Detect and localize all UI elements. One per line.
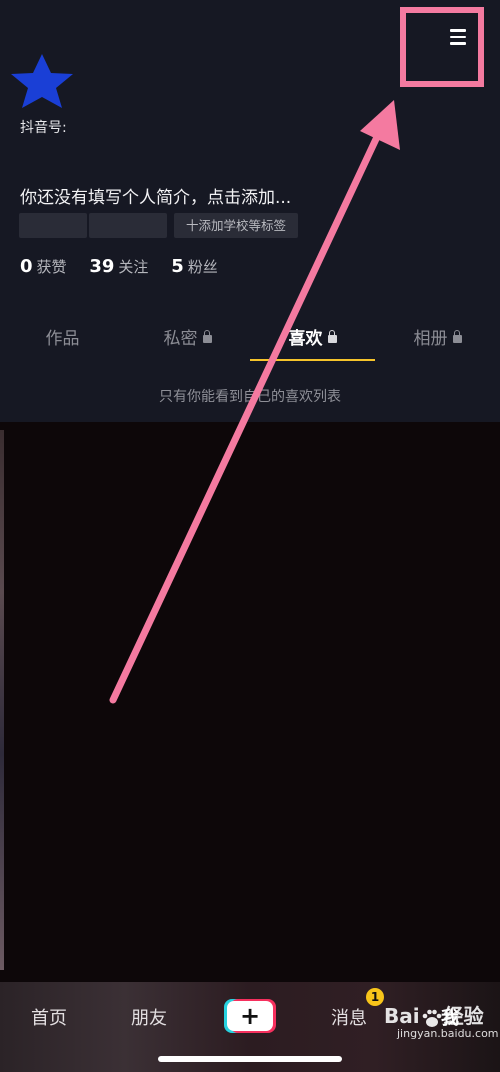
stats-row: 0 获赞 39 关注 5 粉丝	[20, 256, 236, 277]
bio-text[interactable]: 你还没有填写个人简介，点击添加...	[20, 183, 291, 208]
content-edge-strip	[0, 430, 4, 970]
add-school-tag-button[interactable]: 十添加学校等标签	[174, 213, 298, 238]
menu-highlight-box	[400, 7, 484, 87]
baidu-watermark: Bai 经验	[384, 1000, 484, 1029]
profile-header: 抖音号: 你还没有填写个人简介，点击添加... 十添加学校等标签 0 获赞 39 关…	[0, 0, 500, 422]
tab-works[interactable]: 作品	[0, 324, 125, 349]
lock-icon	[452, 330, 462, 343]
active-tab-underline	[250, 359, 375, 361]
tab-label: 喜欢	[288, 329, 323, 349]
likes-privacy-hint: 只有你能看到自己的喜欢列表	[159, 389, 341, 405]
stat-label: 粉丝	[187, 258, 218, 276]
tab-label: 相册	[413, 329, 448, 349]
stat-likes[interactable]: 0 获赞	[20, 256, 67, 277]
nav-messages[interactable]: 消息	[331, 1004, 367, 1030]
lock-icon	[327, 330, 337, 343]
nav-friends[interactable]: 朋友	[131, 1004, 167, 1030]
stat-label: 获赞	[36, 258, 67, 276]
watermark-brand-right: 经验	[443, 1004, 484, 1028]
stat-value: 5	[171, 256, 184, 277]
tab-private[interactable]: 私密	[125, 324, 250, 349]
avatar[interactable]	[5, 52, 79, 110]
baidu-paw-icon	[422, 1009, 441, 1027]
create-button[interactable]: +	[224, 999, 276, 1033]
nav-home[interactable]: 首页	[31, 1004, 67, 1030]
stat-following[interactable]: 39 关注	[89, 256, 148, 277]
tab-albums[interactable]: 相册	[375, 324, 500, 349]
tab-likes[interactable]: 喜欢	[250, 324, 375, 349]
tab-label: 作品	[45, 329, 80, 349]
tab-label: 私密	[163, 329, 198, 349]
home-indicator[interactable]	[158, 1056, 342, 1062]
plus-icon: +	[227, 1001, 273, 1031]
likes-content-area[interactable]	[0, 422, 500, 982]
stat-value: 0	[20, 256, 33, 277]
lock-icon	[202, 330, 212, 343]
watermark-url: jingyan.baidu.com	[397, 1027, 499, 1040]
messages-badge: 1	[366, 988, 384, 1006]
watermark-brand-left: Bai	[384, 1004, 420, 1028]
blurred-tag[interactable]	[89, 213, 167, 238]
douyin-id-label: 抖音号:	[20, 120, 67, 136]
stat-value: 39	[89, 256, 115, 277]
stat-label: 关注	[118, 258, 149, 276]
profile-tabs: 作品 私密 喜欢 相册	[0, 324, 500, 364]
profile-screen: 抖音号: 你还没有填写个人简介，点击添加... 十添加学校等标签 0 获赞 39 关…	[0, 0, 500, 1072]
stat-followers[interactable]: 5 粉丝	[171, 256, 218, 277]
blurred-tag[interactable]	[19, 213, 87, 238]
